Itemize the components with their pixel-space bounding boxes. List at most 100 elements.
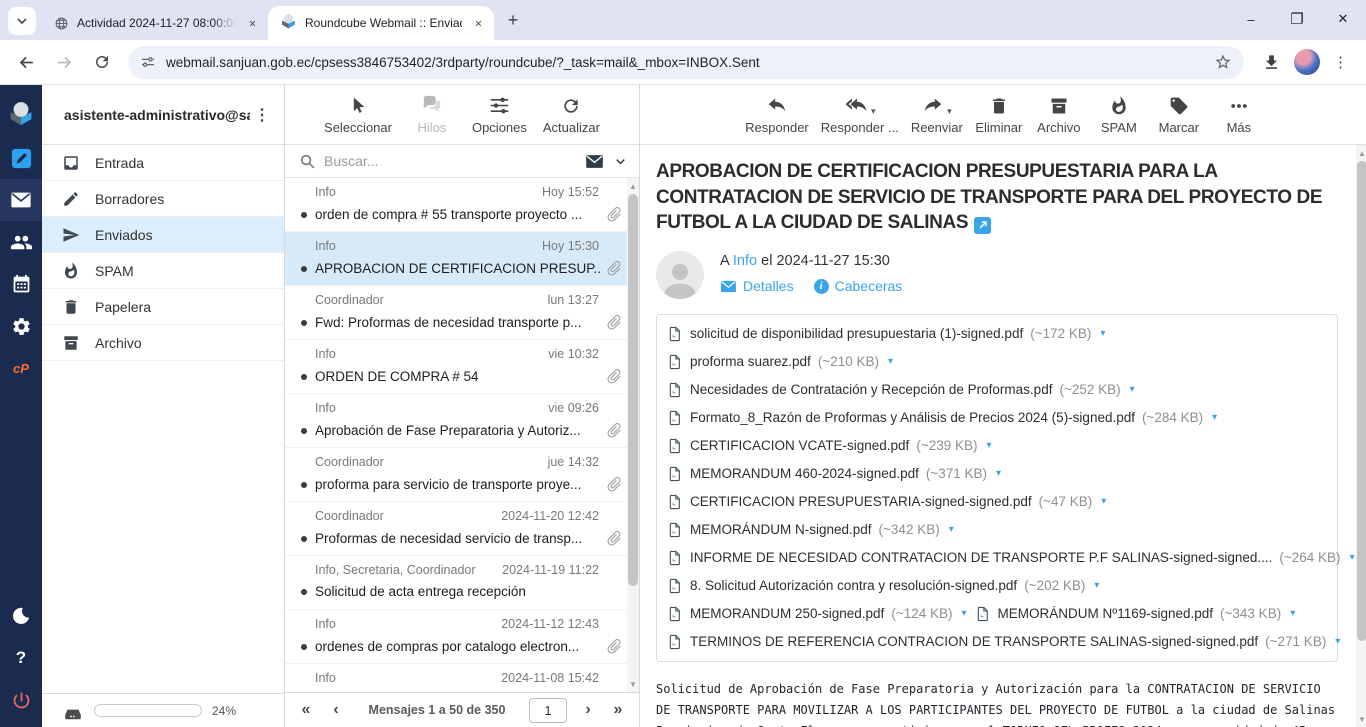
attachment-menu-caret-icon[interactable]: ▾ <box>986 440 991 451</box>
reload-button[interactable] <box>86 46 118 78</box>
attachment-item[interactable]: INFORME DE NECESIDAD CONTRATACION DE TRA… <box>667 544 1327 572</box>
attachment-menu-caret-icon[interactable]: ▾ <box>1290 608 1295 619</box>
attachment-menu-caret-icon[interactable]: ▾ <box>888 356 893 367</box>
compose-button[interactable] <box>0 137 42 179</box>
calendar-nav-button[interactable] <box>0 263 42 305</box>
url-bar[interactable]: webmail.sanjuan.gob.ec/cpsess3846753402/… <box>128 46 1244 79</box>
dropdown-caret-icon[interactable]: ▾ <box>947 106 952 116</box>
search-scope-envelope-icon[interactable] <box>585 152 604 171</box>
attachment-item[interactable]: MEMORÁNDUM Nº1169-signed.pdf(~343 KB)▾ <box>975 600 1304 628</box>
help-button[interactable]: ? <box>0 637 42 679</box>
spam-button[interactable]: SPAM <box>1090 94 1148 135</box>
folder-entrada[interactable]: Entrada <box>42 145 284 181</box>
settings-nav-button[interactable] <box>0 305 42 347</box>
select-button[interactable]: Seleccionar <box>319 94 397 135</box>
attachment-menu-caret-icon[interactable]: ▾ <box>996 468 1001 479</box>
scroll-down-icon[interactable]: ▼ <box>1356 713 1366 725</box>
attachment-item[interactable]: 8. Solicitud Autorización contra y resol… <box>667 572 1107 600</box>
details-toggle[interactable]: Detalles <box>720 278 794 295</box>
attachment-item[interactable]: TERMINOS DE REFERENCIA CONTRACION DE TRA… <box>667 628 1327 656</box>
forward-button[interactable]: ▾ Reenviar <box>906 94 968 135</box>
message-row[interactable]: Coordinadorjue 14:32 proforma para servi… <box>285 448 627 502</box>
mail-view-scrollbar[interactable]: ▲ ▼ <box>1356 145 1366 727</box>
delete-button[interactable]: Eliminar <box>970 94 1028 135</box>
site-settings-icon[interactable] <box>140 54 156 70</box>
message-row[interactable]: Info, Secretaria, Coordinador2024-11-19 … <box>285 556 627 610</box>
attachment-item[interactable]: Necesidades de Contratación y Recepción … <box>667 376 1143 404</box>
attachment-menu-caret-icon[interactable]: ▾ <box>949 524 954 535</box>
refresh-button[interactable]: Actualizar <box>538 94 605 135</box>
first-page-button[interactable]: « <box>293 701 319 719</box>
archive-button[interactable]: Archivo <box>1030 94 1088 135</box>
tab-search-button[interactable] <box>8 7 36 35</box>
next-page-button[interactable]: › <box>575 701 601 719</box>
attachment-item[interactable]: MEMORANDUM 250-signed.pdf(~124 KB)▾ <box>667 600 975 628</box>
message-row-selected[interactable]: InfoHoy 15:30 APROBACION DE CERTIFICACIO… <box>285 232 627 286</box>
message-row[interactable]: Info2024-11-12 12:43 ordenes de compras … <box>285 610 627 664</box>
headers-toggle[interactable]: i Cabeceras <box>814 278 903 294</box>
window-minimize-button[interactable]: – <box>1228 0 1274 38</box>
forward-button[interactable] <box>48 46 80 78</box>
message-row[interactable]: InfoHoy 15:52 orden de compra # 55 trans… <box>285 178 627 232</box>
account-menu-icon[interactable]: ⋮ <box>250 105 274 125</box>
message-row[interactable]: Coordinador2024-11-20 12:42 Proformas de… <box>285 502 627 556</box>
bookmark-star-icon[interactable] <box>1214 53 1232 71</box>
message-row[interactable]: Coordinadorlun 13:27 Fwd: Proformas de n… <box>285 286 627 340</box>
folder-spam[interactable]: SPAM <box>42 253 284 289</box>
cpanel-button[interactable]: cP <box>0 347 42 389</box>
scroll-up-icon[interactable]: ▲ <box>627 180 639 192</box>
attachment-item[interactable]: Formato_8_Razón de Proformas y Análisis … <box>667 404 1225 432</box>
message-row[interactable]: Infovie 09:26 Aprobación de Fase Prepara… <box>285 394 627 448</box>
folder-archivo[interactable]: Archivo <box>42 325 284 361</box>
new-tab-button[interactable]: + <box>500 7 526 33</box>
attachment-item[interactable]: MEMORANDUM 460-2024-signed.pdf(~371 KB)▾ <box>667 460 1009 488</box>
reply-button[interactable]: Responder <box>740 94 814 135</box>
dropdown-caret-icon[interactable]: ▾ <box>871 106 876 116</box>
attachment-menu-caret-icon[interactable]: ▾ <box>1335 636 1340 647</box>
back-button[interactable] <box>10 46 42 78</box>
message-list-scrollbar[interactable]: ▲ ▼ <box>627 178 639 692</box>
more-button[interactable]: Más <box>1210 94 1268 135</box>
window-close-button[interactable]: ✕ <box>1320 0 1366 38</box>
dark-mode-button[interactable] <box>0 595 42 637</box>
folder-papelera[interactable]: Papelera <box>42 289 284 325</box>
mark-button[interactable]: Marcar <box>1150 94 1208 135</box>
options-button[interactable]: Opciones <box>467 94 532 135</box>
attachment-item[interactable]: CERTIFICACION VCATE-signed.pdf(~239 KB)▾ <box>667 432 1000 460</box>
attachment-menu-caret-icon[interactable]: ▾ <box>1094 580 1099 591</box>
browser-menu-button[interactable]: ⋮ <box>1326 45 1356 79</box>
folder-enviados[interactable]: Enviados <box>42 217 284 253</box>
prev-page-button[interactable]: ‹ <box>323 701 349 719</box>
reply-all-button[interactable]: ▾ Responder ... <box>816 94 904 135</box>
folder-borradores[interactable]: Borradores <box>42 181 284 217</box>
scroll-down-icon[interactable]: ▼ <box>627 678 639 690</box>
page-number-input[interactable] <box>529 698 567 723</box>
scroll-up-icon[interactable]: ▲ <box>1356 147 1366 159</box>
logout-button[interactable] <box>0 679 42 721</box>
mail-nav-button[interactable] <box>0 179 42 221</box>
contacts-nav-button[interactable] <box>0 221 42 263</box>
attachment-item[interactable]: solicitud de disponibilidad presupuestar… <box>667 320 1113 348</box>
browser-tab-roundcube[interactable]: Roundcube Webmail :: Enviados <box>268 6 494 40</box>
window-restore-button[interactable]: ❐ <box>1274 0 1320 38</box>
tab-close-icon[interactable] <box>244 15 260 31</box>
browser-profile-avatar[interactable] <box>1294 49 1320 75</box>
attachment-menu-caret-icon[interactable]: ▾ <box>962 608 967 619</box>
tab-close-icon[interactable] <box>470 15 486 31</box>
attachment-menu-caret-icon[interactable]: ▾ <box>1100 328 1105 339</box>
search-input[interactable] <box>324 153 577 169</box>
threads-button[interactable]: Hilos <box>403 94 461 135</box>
search-options-chevron-icon[interactable] <box>614 155 627 168</box>
open-in-new-window-icon[interactable] <box>974 217 991 234</box>
attachment-menu-caret-icon[interactable]: ▾ <box>1101 496 1106 507</box>
attachment-menu-caret-icon[interactable]: ▾ <box>1130 384 1135 395</box>
downloads-button[interactable] <box>1254 45 1288 79</box>
attachment-item[interactable]: CERTIFICACION PRESUPUESTARIA-signed-sign… <box>667 488 1114 516</box>
last-page-button[interactable]: » <box>605 701 631 719</box>
browser-tab-activity[interactable]: Actividad 2024-11-27 08:00:00 <box>42 6 268 40</box>
message-row[interactable]: Info2024-11-08 15:42 <box>285 664 627 692</box>
attachment-menu-caret-icon[interactable]: ▾ <box>1350 552 1355 563</box>
attachment-menu-caret-icon[interactable]: ▾ <box>1212 412 1217 423</box>
message-row[interactable]: Infovie 10:32 ORDEN DE COMPRA # 54 <box>285 340 627 394</box>
attachment-item[interactable]: proforma suarez.pdf(~210 KB)▾ <box>667 348 971 376</box>
